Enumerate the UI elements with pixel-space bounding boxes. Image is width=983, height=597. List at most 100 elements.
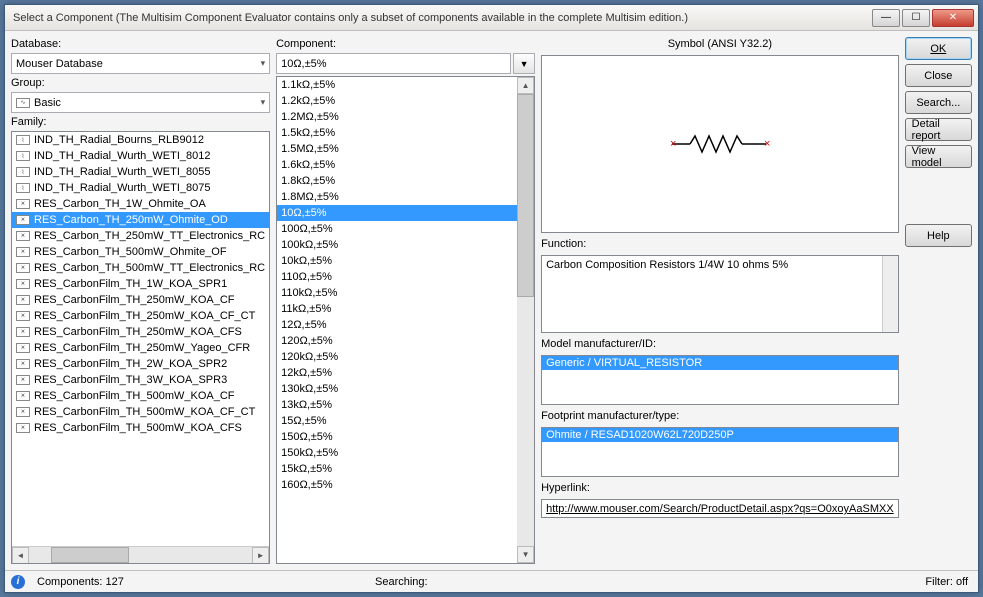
footprint-value[interactable]: Ohmite / RESAD1020W62L720D250P	[542, 428, 898, 442]
function-scrollbar[interactable]	[882, 256, 898, 332]
component-item[interactable]: 150Ω,±5%	[277, 429, 517, 445]
component-item[interactable]: 1.8kΩ,±5%	[277, 173, 517, 189]
scroll-right-icon[interactable]: ►	[252, 547, 269, 564]
component-item[interactable]: 15Ω,±5%	[277, 413, 517, 429]
family-item[interactable]: ⩙RES_CarbonFilm_TH_250mW_Yageo_CFR	[12, 340, 269, 356]
component-item[interactable]: 12kΩ,±5%	[277, 365, 517, 381]
family-item[interactable]: ⌇IND_TH_Radial_Wurth_WETI_8055	[12, 164, 269, 180]
family-item[interactable]: ⩙RES_CarbonFilm_TH_2W_KOA_SPR2	[12, 356, 269, 372]
component-item[interactable]: 1.6kΩ,±5%	[277, 157, 517, 173]
family-item[interactable]: ⩙RES_Carbon_TH_250mW_TT_Electronics_RC	[12, 228, 269, 244]
component-item[interactable]: 12Ω,±5%	[277, 317, 517, 333]
close-button[interactable]: Close	[905, 64, 972, 87]
footprint-box[interactable]: Ohmite / RESAD1020W62L720D250P	[541, 427, 899, 477]
component-type-icon: ⩙	[16, 311, 30, 321]
component-type-icon: ⩙	[16, 263, 30, 273]
family-item[interactable]: ⩙RES_CarbonFilm_TH_250mW_KOA_CFS	[12, 324, 269, 340]
model-mfr-value[interactable]: Generic / VIRTUAL_RESISTOR	[542, 356, 898, 370]
component-item[interactable]: 100Ω,±5%	[277, 221, 517, 237]
component-vscroll[interactable]: ▲ ▼	[517, 77, 534, 563]
component-item[interactable]: 110Ω,±5%	[277, 269, 517, 285]
funnel-icon: ▼	[520, 59, 529, 69]
component-type-icon: ⌇	[16, 167, 30, 177]
family-item[interactable]: ⌇IND_TH_Radial_Wurth_WETI_8075	[12, 180, 269, 196]
component-search-input[interactable]: 10Ω,±5%	[276, 53, 511, 74]
family-hscroll[interactable]: ◄ ►	[12, 546, 269, 563]
component-item[interactable]: 15kΩ,±5%	[277, 461, 517, 477]
family-item[interactable]: ⩙RES_Carbon_TH_250mW_Ohmite_OD	[12, 212, 269, 228]
view-label: View model	[912, 145, 965, 169]
component-filter-button[interactable]: ▼	[513, 53, 535, 74]
maximize-button[interactable]: ☐	[902, 9, 930, 27]
component-item[interactable]: 10kΩ,±5%	[277, 253, 517, 269]
component-item[interactable]: 1.5kΩ,±5%	[277, 125, 517, 141]
status-bar: i Components: 127 Searching: Filter: off	[5, 570, 978, 592]
component-item[interactable]: 13kΩ,±5%	[277, 397, 517, 413]
component-listbox[interactable]: 1.1kΩ,±5%1.2kΩ,±5%1.2MΩ,±5%1.5kΩ,±5%1.5M…	[276, 76, 535, 564]
family-item[interactable]: ⩙RES_CarbonFilm_TH_250mW_KOA_CF_CT	[12, 308, 269, 324]
family-item[interactable]: ⩙RES_CarbonFilm_TH_500mW_KOA_CF_CT	[12, 404, 269, 420]
help-button[interactable]: Help	[905, 224, 972, 247]
component-item[interactable]: 110kΩ,±5%	[277, 285, 517, 301]
component-label: Component:	[276, 37, 535, 51]
scroll-track[interactable]	[29, 547, 252, 563]
scroll-thumb[interactable]	[517, 94, 534, 297]
component-item[interactable]: 11kΩ,±5%	[277, 301, 517, 317]
component-type-icon: ⩙	[16, 423, 30, 433]
help-label: Help	[927, 230, 950, 242]
view-model-button[interactable]: View model	[905, 145, 972, 168]
component-item[interactable]: 100kΩ,±5%	[277, 237, 517, 253]
component-item[interactable]: 150kΩ,±5%	[277, 445, 517, 461]
resistor-symbol-icon: × ×	[670, 129, 770, 159]
family-item[interactable]: ⩙RES_CarbonFilm_TH_500mW_KOA_CFS	[12, 420, 269, 436]
family-item[interactable]: ⩙RES_Carbon_TH_1W_Ohmite_OA	[12, 196, 269, 212]
family-item-label: IND_TH_Radial_Wurth_WETI_8012	[34, 150, 210, 162]
component-item[interactable]: 1.2kΩ,±5%	[277, 93, 517, 109]
close-window-button[interactable]: ✕	[932, 9, 974, 27]
right-column: Symbol (ANSI Y32.2) × × Function: Carbon…	[541, 37, 899, 564]
component-item[interactable]: 120Ω,±5%	[277, 333, 517, 349]
scroll-thumb[interactable]	[51, 547, 129, 563]
family-item[interactable]: ⩙RES_CarbonFilm_TH_250mW_KOA_CF	[12, 292, 269, 308]
group-select[interactable]: ∿ Basic	[11, 92, 270, 113]
component-item[interactable]: 1.5MΩ,±5%	[277, 141, 517, 157]
group-icon: ∿	[16, 98, 30, 108]
family-item[interactable]: ⩙RES_Carbon_TH_500mW_TT_Electronics_RC	[12, 260, 269, 276]
minimize-button[interactable]: —	[872, 9, 900, 27]
scroll-track[interactable]	[517, 94, 534, 546]
component-type-icon: ⌇	[16, 151, 30, 161]
search-button[interactable]: Search...	[905, 91, 972, 114]
model-mfr-box[interactable]: Generic / VIRTUAL_RESISTOR	[541, 355, 899, 405]
component-item[interactable]: 160Ω,±5%	[277, 477, 517, 493]
component-item[interactable]: 1.8MΩ,±5%	[277, 189, 517, 205]
component-item[interactable]: 130kΩ,±5%	[277, 381, 517, 397]
component-item[interactable]: 10Ω,±5%	[277, 205, 517, 221]
status-components: Components: 127	[33, 576, 363, 588]
family-item[interactable]: ⩙RES_CarbonFilm_TH_1W_KOA_SPR1	[12, 276, 269, 292]
database-select[interactable]: Mouser Database	[11, 53, 270, 74]
family-item[interactable]: ⌇ IND_TH_Radial_Wurth_WETI_8012	[12, 148, 269, 164]
ok-button[interactable]: OK	[905, 37, 972, 60]
family-item[interactable]: ⩙RES_CarbonFilm_TH_500mW_KOA_CF	[12, 388, 269, 404]
component-item[interactable]: 1.1kΩ,±5%	[277, 77, 517, 93]
detail-report-button[interactable]: Detail report	[905, 118, 972, 141]
hyperlink-value: http://www.mouser.com/Search/ProductDeta…	[546, 503, 894, 515]
family-item[interactable]: ⩙RES_CarbonFilm_TH_3W_KOA_SPR3	[12, 372, 269, 388]
hyperlink-box[interactable]: http://www.mouser.com/Search/ProductDeta…	[541, 499, 899, 518]
family-item-label: IND_TH_Radial_Wurth_WETI_8075	[34, 182, 210, 194]
titlebar[interactable]: Select a Component (The Multisim Compone…	[5, 5, 978, 31]
family-listbox[interactable]: ⌇IND_TH_Radial_Bourns_RLB9012⌇IND_TH_Rad…	[11, 131, 270, 564]
family-item[interactable]: ⩙RES_Carbon_TH_500mW_Ohmite_OF	[12, 244, 269, 260]
svg-text:×: ×	[670, 138, 676, 150]
component-type-icon: ⩙	[16, 215, 30, 225]
scroll-down-icon[interactable]: ▼	[517, 546, 534, 563]
component-item[interactable]: 1.2MΩ,±5%	[277, 109, 517, 125]
family-item[interactable]: ⌇IND_TH_Radial_Bourns_RLB9012	[12, 132, 269, 148]
scroll-left-icon[interactable]: ◄	[12, 547, 29, 564]
scroll-up-icon[interactable]: ▲	[517, 77, 534, 94]
family-item-label: RES_CarbonFilm_TH_250mW_Yageo_CFR	[34, 342, 250, 354]
group-label: Group:	[11, 76, 270, 90]
status-filter: Filter: off	[921, 576, 972, 588]
symbol-label: Symbol (ANSI Y32.2)	[541, 37, 899, 51]
component-item[interactable]: 120kΩ,±5%	[277, 349, 517, 365]
